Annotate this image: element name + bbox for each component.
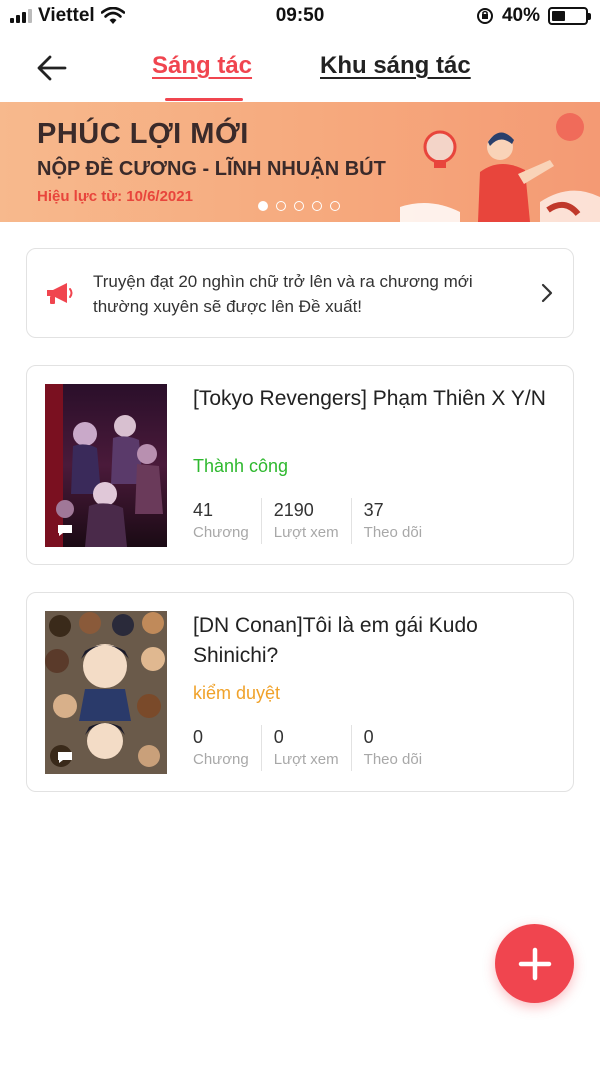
stat-value: 0 xyxy=(363,727,374,747)
comment-icon xyxy=(58,752,72,763)
tab-sang-tac[interactable]: Sáng tác xyxy=(152,52,252,80)
create-story-button[interactable] xyxy=(495,924,574,1003)
battery-icon xyxy=(548,7,591,25)
stat-value: 0 xyxy=(193,727,204,747)
back-button[interactable] xyxy=(30,48,74,88)
story-stats: 0 Chương 0 Lượt xem 0 Theo dõi xyxy=(193,725,434,771)
orientation-lock-icon xyxy=(476,8,493,24)
stat-label: Theo dõi xyxy=(363,524,423,541)
status-bar: Viettel 09:50 40% xyxy=(0,0,600,34)
promo-banner[interactable]: PHÚC LỢI MỚI NỘP ĐỀ CƯƠNG - LĨNH NHUẬN B… xyxy=(0,102,600,222)
stat-chapters: 41 Chương xyxy=(193,498,261,544)
stat-views: 2190 Lượt xem xyxy=(260,498,351,544)
stat-label: Lượt xem xyxy=(273,524,339,541)
story-cover-image xyxy=(45,384,167,547)
stat-value: 41 xyxy=(193,500,214,520)
battery-percent: 40% xyxy=(501,5,540,26)
megaphone-icon xyxy=(47,283,73,304)
stat-value: 2190 xyxy=(273,500,314,520)
story-title: [Tokyo Revengers] Phạm Thiên X Y/N xyxy=(193,387,546,410)
stat-chapters: 0 Chương xyxy=(193,725,261,771)
story-cover-image xyxy=(45,611,167,774)
banner-dot[interactable] xyxy=(330,201,340,211)
banner-title: PHÚC LỢI MỚI xyxy=(37,118,249,150)
recommendation-notice[interactable]: Truyện đạt 20 nghìn chữ trở lên và ra ch… xyxy=(26,248,574,338)
active-tab-indicator xyxy=(165,98,243,101)
banner-pagination xyxy=(258,201,340,211)
stat-followers: 0 Theo dõi xyxy=(350,725,434,771)
stat-label: Lượt xem xyxy=(273,751,339,768)
plus-icon xyxy=(518,947,551,980)
stat-views: 0 Lượt xem xyxy=(260,725,351,771)
chevron-right-icon xyxy=(541,283,553,303)
story-status: Thành công xyxy=(193,456,289,476)
story-card[interactable]: [DN Conan]Tôi là em gái Kudo Shinichi? k… xyxy=(26,592,574,792)
stat-followers: 37 Theo dõi xyxy=(350,498,434,544)
banner-dot[interactable] xyxy=(276,201,286,211)
comment-icon xyxy=(58,525,72,536)
banner-dot[interactable] xyxy=(312,201,322,211)
banner-illustration xyxy=(400,113,600,222)
notice-text: Truyện đạt 20 nghìn chữ trở lên và ra ch… xyxy=(93,272,473,316)
stat-value: 37 xyxy=(363,500,384,520)
banner-dot[interactable] xyxy=(294,201,304,211)
stat-label: Chương xyxy=(193,751,249,768)
story-title: [DN Conan]Tôi là em gái Kudo Shinichi? xyxy=(193,614,478,667)
story-status: kiểm duyệt xyxy=(193,683,281,703)
story-card[interactable]: [Tokyo Revengers] Phạm Thiên X Y/N Thành… xyxy=(26,365,574,565)
story-stats: 41 Chương 2190 Lượt xem 37 Theo dõi xyxy=(193,498,434,544)
banner-subtitle: NỘP ĐỀ CƯƠNG - LĨNH NHUẬN BÚT xyxy=(37,158,386,180)
banner-date: Hiệu lực từ: 10/6/2021 xyxy=(37,188,193,205)
header: Sáng tác Khu sáng tác xyxy=(0,34,600,102)
arrow-left-icon xyxy=(37,55,67,81)
stat-label: Theo dõi xyxy=(363,751,423,768)
stat-value: 0 xyxy=(273,727,284,747)
stat-label: Chương xyxy=(193,524,249,541)
tab-khu-sang-tac[interactable]: Khu sáng tác xyxy=(320,52,471,80)
banner-dot[interactable] xyxy=(258,201,268,211)
battery-fill xyxy=(552,11,565,21)
status-right: 40% xyxy=(476,5,591,27)
